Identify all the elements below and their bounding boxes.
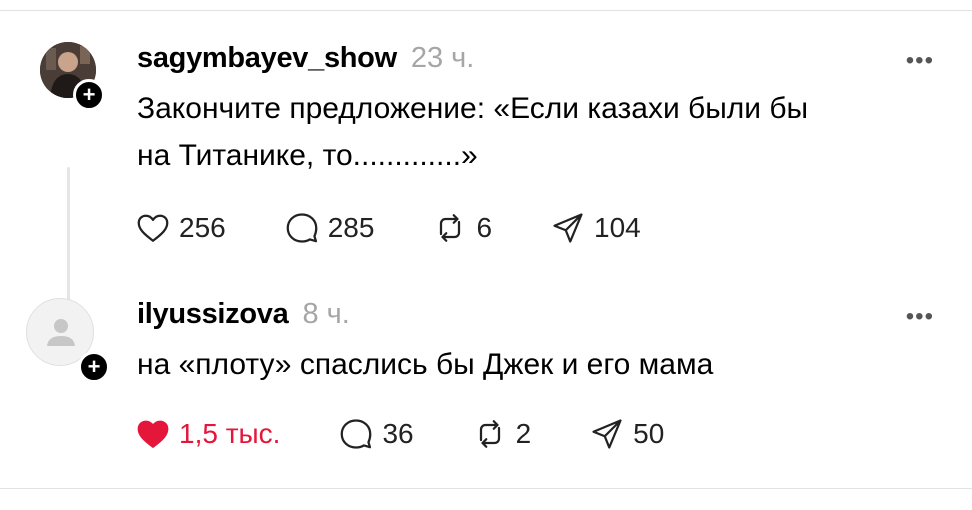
avatar-container[interactable]: + — [40, 42, 105, 111]
username[interactable]: sagymbayev_show — [137, 42, 397, 75]
thread-view: + sagymbayev_show 23 ч. ••• Закончите пр… — [0, 0, 972, 510]
like-count: 1,5 тыс. — [179, 418, 281, 449]
post-content: sagymbayev_show 23 ч. ••• Закончите пред… — [137, 42, 937, 243]
more-dots-icon[interactable]: ••• — [906, 305, 934, 329]
follow-plus-icon[interactable]: + — [78, 351, 110, 383]
post-actions: 1,5 тыс. 36 2 50 — [135, 416, 722, 452]
share-count: 50 — [633, 418, 665, 449]
comment-button[interactable]: 36 — [338, 416, 414, 452]
send-icon — [553, 213, 583, 243]
post-text-line: Закончите предложение: «Если казахи были… — [137, 92, 809, 125]
follow-plus-icon[interactable]: + — [73, 79, 105, 111]
post-content: ilyussizova 8 ч. ••• на «плоту» спаслись… — [137, 298, 937, 449]
post-time: 23 ч. — [410, 42, 475, 74]
bottom-divider — [0, 488, 972, 489]
avatar-container[interactable]: + — [26, 298, 110, 383]
send-icon — [592, 419, 622, 449]
post-header: sagymbayev_show 23 ч. — [137, 42, 937, 84]
post-text: на «плоту» спаслись бы Джек и его мама — [137, 341, 937, 388]
share-count: 104 — [594, 212, 641, 243]
heart-icon — [137, 420, 169, 448]
share-button[interactable]: 104 — [550, 210, 641, 246]
comment-count: 36 — [382, 418, 414, 449]
post-text: Закончите предложение: «Если казахи были… — [137, 85, 937, 179]
post-text-line: на «плоту» спаслись бы Джек и его мама — [137, 348, 714, 381]
like-button[interactable]: 1,5 тыс. — [135, 416, 280, 452]
heart-icon — [137, 214, 169, 242]
username[interactable]: ilyussizova — [137, 298, 289, 331]
repost-count: 6 — [476, 212, 493, 243]
post-header: ilyussizova 8 ч. — [137, 298, 937, 340]
like-count: 256 — [179, 212, 226, 243]
comment-count: 285 — [327, 212, 375, 243]
share-button[interactable]: 50 — [589, 416, 664, 452]
repost-button[interactable]: 2 — [472, 416, 532, 452]
comment-bubble-icon — [286, 213, 318, 243]
comment-bubble-icon — [341, 419, 372, 449]
like-button[interactable]: 256 — [135, 210, 226, 246]
more-dots-icon[interactable]: ••• — [906, 49, 934, 73]
post-text-line: на Титанике, то.............» — [137, 139, 478, 172]
repost-count: 2 — [515, 418, 532, 449]
repost-button[interactable]: 6 — [432, 210, 492, 246]
repost-icon — [479, 420, 500, 448]
comment-button[interactable]: 285 — [284, 210, 375, 246]
post-time: 8 ч. — [302, 298, 350, 330]
top-divider — [0, 10, 972, 11]
post-actions: 256 285 6 104 — [135, 210, 699, 246]
repost-icon — [440, 214, 461, 242]
